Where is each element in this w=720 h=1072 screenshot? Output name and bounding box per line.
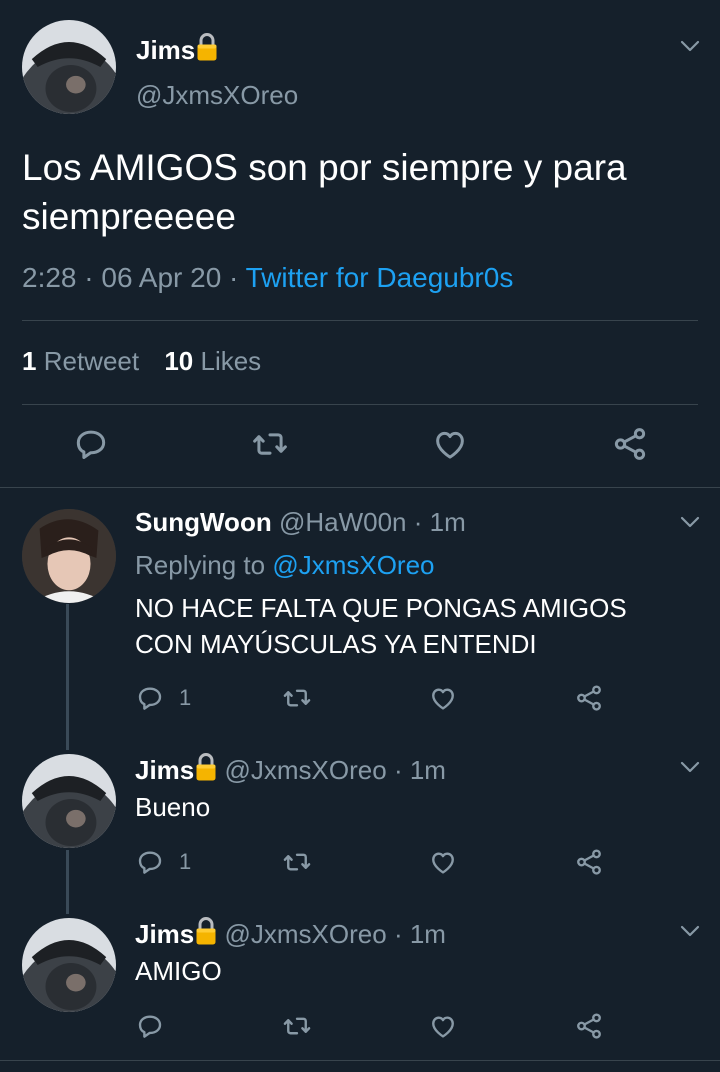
chevron-down-icon[interactable] — [679, 924, 701, 938]
display-name[interactable]: Jims — [135, 919, 194, 949]
divider — [0, 1060, 720, 1061]
like-count: 10 — [164, 346, 194, 376]
reply-action[interactable] — [135, 1011, 179, 1041]
author-handle[interactable]: @JxmsXOreo — [225, 919, 387, 949]
separator: · — [229, 262, 239, 293]
reply-icon[interactable] — [135, 847, 165, 877]
chevron-down-icon[interactable] — [679, 515, 701, 529]
lock-icon — [195, 752, 217, 789]
retweet-icon[interactable] — [282, 1011, 312, 1041]
reply-text-line: CON MAYÚSCULAS YA ENTENDI — [135, 629, 537, 659]
separator: · — [413, 507, 423, 537]
retweet-stat[interactable]: 1 Retweet — [22, 346, 139, 376]
like-icon[interactable] — [431, 425, 469, 463]
lock-icon — [196, 32, 218, 69]
display-name: Jims — [136, 35, 196, 65]
reply-text: Bueno — [135, 792, 211, 822]
avatar[interactable] — [22, 754, 116, 848]
replying-to-link[interactable]: @JxmsXOreo — [272, 550, 434, 580]
reply-icon[interactable] — [135, 683, 165, 713]
like-icon[interactable] — [428, 847, 458, 877]
author-name[interactable]: Jims — [136, 32, 218, 69]
reply-icon[interactable] — [135, 1011, 165, 1041]
display-name[interactable]: Jims — [135, 755, 194, 785]
like-icon[interactable] — [428, 683, 458, 713]
reply-icon[interactable] — [72, 425, 110, 463]
retweet-count: 1 — [22, 346, 37, 376]
retweet-icon[interactable] — [282, 683, 312, 713]
author-handle[interactable]: @JxmsXOreo — [225, 755, 387, 785]
avatar[interactable] — [22, 20, 116, 114]
divider — [0, 487, 720, 488]
retweet-label: Retweet — [43, 346, 140, 376]
reply-text-line: NO HACE FALTA QUE PONGAS AMIGOS — [135, 593, 627, 623]
reply-time: 1m — [409, 919, 446, 949]
reply-time: 1m — [429, 507, 466, 537]
reply-action[interactable]: 1 — [135, 847, 191, 877]
reply-text: AMIGO — [135, 956, 222, 986]
share-icon[interactable] — [574, 683, 604, 713]
replying-to: Replying to @JxmsXOreo — [135, 550, 435, 581]
avatar[interactable] — [22, 509, 116, 603]
reply-time: 1m — [409, 755, 446, 785]
reply-text: NO HACE FALTA QUE PONGAS AMIGOS CON MAYÚ… — [135, 590, 627, 662]
reply-header: Jims @JxmsXOreo · 1m — [135, 752, 446, 789]
reply-count: 1 — [179, 849, 192, 874]
tweet-time: 2:28 — [22, 262, 77, 293]
thread-line — [66, 850, 69, 914]
retweet-icon[interactable] — [282, 847, 312, 877]
tweet-source-link[interactable]: Twitter for Daegubr0s — [246, 262, 514, 293]
avatar[interactable] — [22, 918, 116, 1012]
thread-line — [66, 604, 69, 750]
author-handle[interactable]: @HaW00n — [279, 507, 407, 537]
like-label: Likes — [200, 346, 262, 376]
engagement-stats: 1 Retweet 10 Likes — [22, 346, 261, 377]
separator: · — [393, 755, 403, 785]
tweet-date: 06 Apr 20 — [101, 262, 222, 293]
like-stat[interactable]: 10 Likes — [164, 346, 261, 376]
chevron-down-icon[interactable] — [679, 760, 701, 774]
retweet-icon[interactable] — [251, 425, 289, 463]
reply-count: 1 — [179, 685, 192, 710]
lock-icon — [195, 916, 217, 953]
share-icon[interactable] — [574, 1011, 604, 1041]
chevron-down-icon[interactable] — [679, 39, 701, 53]
reply-header: Jims @JxmsXOreo · 1m — [135, 916, 446, 953]
separator: · — [393, 919, 403, 949]
divider — [22, 320, 698, 321]
reply-header: SungWoon @HaW00n · 1m — [135, 507, 466, 538]
divider — [22, 404, 698, 405]
reply-action[interactable]: 1 — [135, 683, 191, 713]
author-handle[interactable]: @JxmsXOreo — [136, 80, 298, 111]
share-icon[interactable] — [574, 847, 604, 877]
display-name[interactable]: SungWoon — [135, 507, 272, 537]
separator: · — [84, 262, 94, 293]
like-icon[interactable] — [428, 1011, 458, 1041]
tweet-text: Los AMIGOS son por siempre y para siempr… — [22, 147, 627, 237]
share-icon[interactable] — [611, 425, 649, 463]
tweet-meta: 2:28 · 06 Apr 20 · Twitter for Daegubr0s — [22, 262, 513, 294]
replying-prefix: Replying to — [135, 550, 266, 580]
